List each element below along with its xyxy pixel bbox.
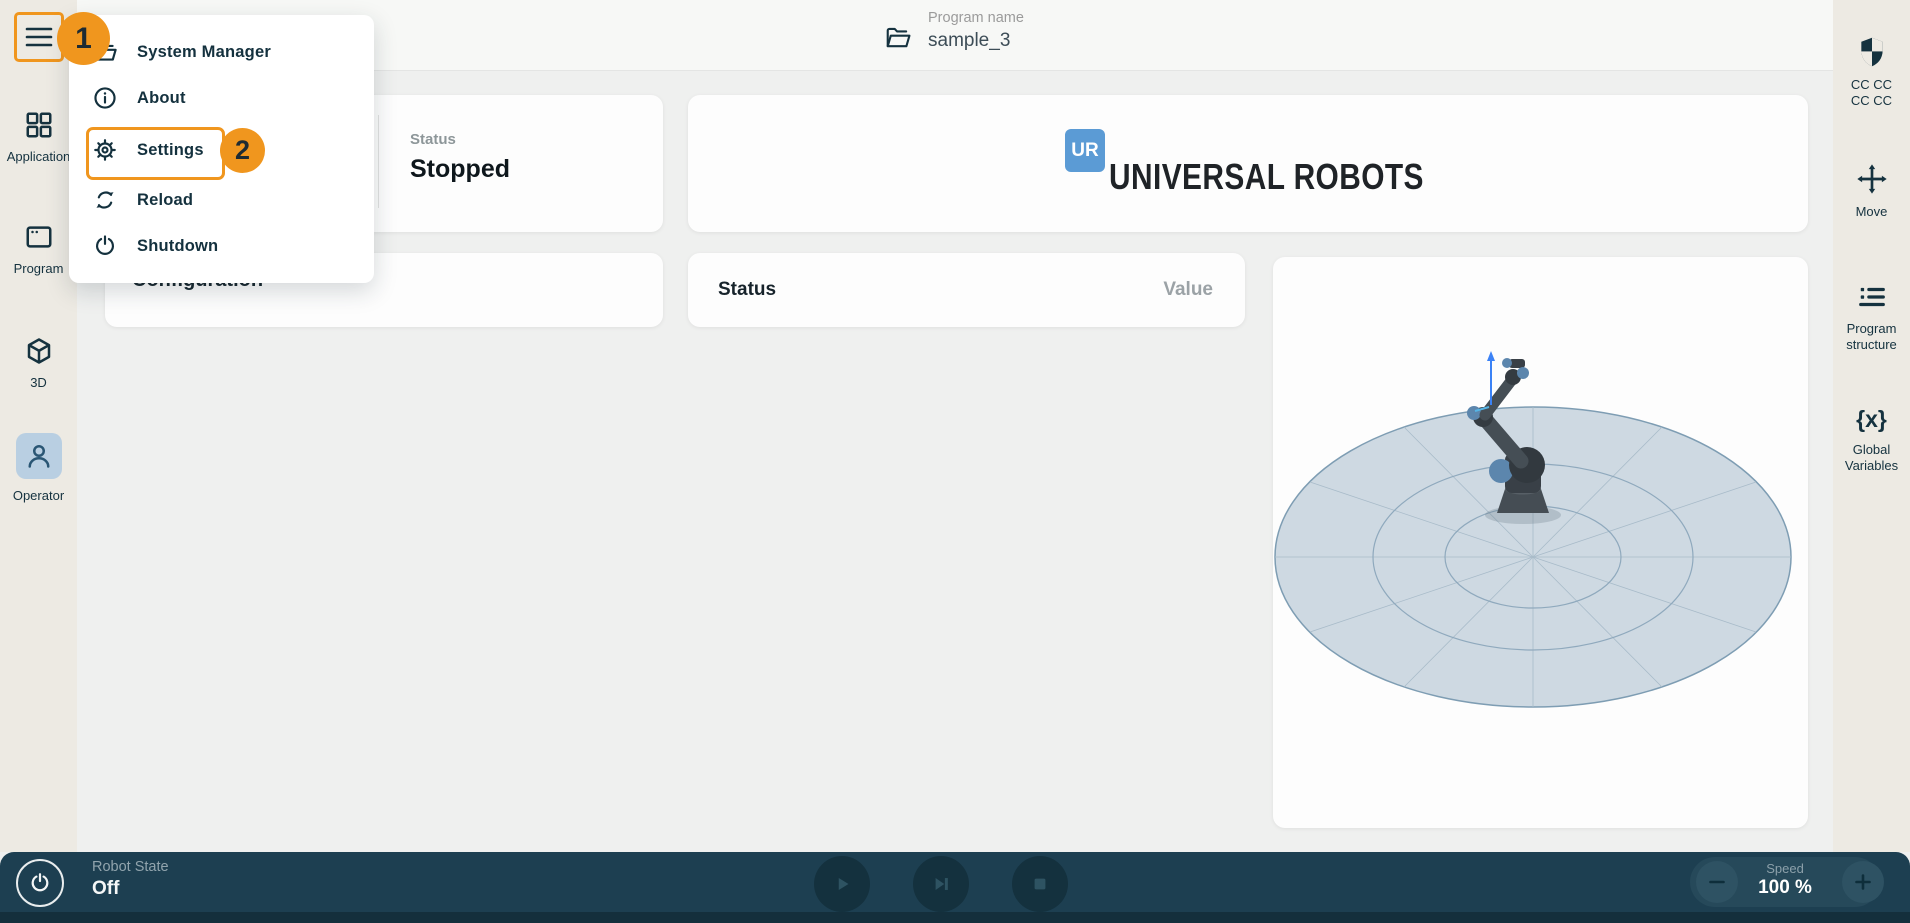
application-grid-icon (0, 110, 77, 140)
speed-label: Speed (1740, 861, 1830, 876)
power-icon (92, 233, 118, 259)
shield-checkered-icon (1833, 36, 1910, 68)
menu-item-about[interactable]: About (92, 75, 186, 121)
footer-bottom-strip (0, 912, 1910, 923)
menu-item-system-manager[interactable]: System Manager (92, 29, 271, 75)
sidebar-item-application[interactable]: Application (0, 110, 77, 165)
sidebar-label: CC CC CC CC (1833, 77, 1910, 109)
operator-active-highlight (16, 433, 62, 479)
robot-3d-viewport[interactable] (1273, 257, 1808, 828)
program-folder-icon[interactable] (884, 24, 912, 52)
robot-state-label: Robot State (92, 859, 169, 875)
sidebar-label: Program structure (1833, 321, 1910, 353)
program-window-icon (0, 222, 77, 252)
operator-person-icon (24, 441, 54, 471)
hamburger-icon (25, 26, 53, 48)
plus-icon (1851, 870, 1875, 894)
sidebar-label: Application (0, 149, 77, 165)
sidebar-label: Program (0, 261, 77, 277)
settings-highlight-box (86, 127, 225, 180)
sidebar-label: Move (1833, 204, 1910, 220)
stop-icon (1027, 871, 1053, 897)
sidebar-label: Global Variables (1833, 442, 1910, 474)
play-button[interactable] (814, 856, 870, 912)
brand-name: UNIVERSAL ROBOTS (1109, 156, 1424, 198)
program-name-label: Program name (928, 10, 1024, 26)
table-status-header: Status (718, 279, 776, 301)
sidebar-item-move[interactable]: Move (1833, 163, 1910, 220)
sidebar-item-program-structure[interactable]: Program structure (1833, 282, 1910, 353)
robot-power-button[interactable] (16, 859, 64, 907)
speed-decrease-button[interactable] (1696, 861, 1738, 903)
speed-value: 100 % (1740, 877, 1830, 899)
stop-button[interactable] (1012, 856, 1068, 912)
menu-item-label: Reload (137, 191, 193, 210)
power-icon (28, 871, 52, 895)
minus-icon (1705, 870, 1729, 894)
menu-item-reload[interactable]: Reload (92, 177, 193, 223)
step-badge-1: 1 (57, 12, 110, 65)
status-label: Status (410, 131, 456, 148)
status-value: Stopped (410, 155, 510, 184)
skip-next-icon (928, 871, 954, 897)
polyscope-app: Program name sample_3 Application Progra… (0, 0, 1910, 923)
robot-state-value: Off (92, 878, 119, 900)
step-badge-2: 2 (220, 128, 265, 173)
robot-3d-scene (1273, 257, 1808, 828)
variables-x-icon: {x} (1833, 406, 1910, 433)
sidebar-label: Operator (0, 488, 77, 504)
move-arrows-icon (1833, 163, 1910, 195)
sidebar-item-operator[interactable]: Operator (0, 433, 77, 504)
play-icon (829, 871, 855, 897)
sidebar-label: 3D (0, 375, 77, 391)
program-name-value[interactable]: sample_3 (928, 30, 1010, 52)
menu-item-label: Shutdown (137, 237, 218, 256)
cube-3d-icon (0, 336, 77, 366)
menu-item-shutdown[interactable]: Shutdown (92, 223, 218, 269)
list-structure-icon (1833, 282, 1910, 312)
sidebar-item-3d[interactable]: 3D (0, 336, 77, 391)
sidebar-item-program[interactable]: Program (0, 222, 77, 277)
sidebar-item-safety[interactable]: CC CC CC CC (1833, 36, 1910, 109)
universal-robots-logo-icon: UR (1065, 129, 1105, 172)
menu-item-label: System Manager (137, 43, 271, 62)
reload-icon (92, 187, 118, 213)
menu-item-label: About (137, 89, 186, 108)
speed-increase-button[interactable] (1842, 861, 1884, 903)
table-value-header: Value (1100, 279, 1213, 301)
step-next-button[interactable] (913, 856, 969, 912)
status-card-divider (378, 115, 379, 208)
sidebar-item-global-variables[interactable]: {x} Global Variables (1833, 406, 1910, 474)
info-icon (92, 85, 118, 111)
